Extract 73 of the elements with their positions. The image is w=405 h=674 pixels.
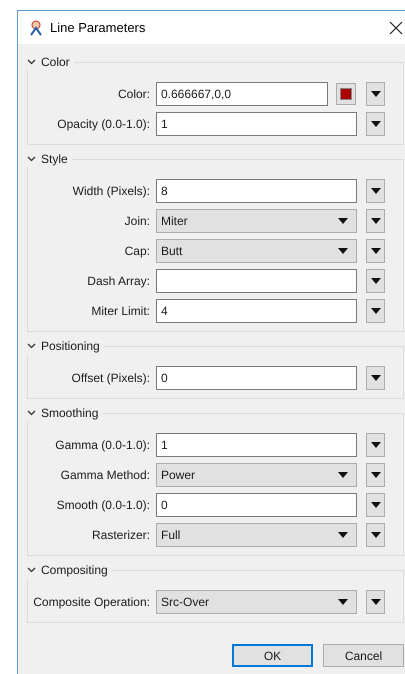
dropdown-arrow-icon xyxy=(370,121,380,127)
field-label: Rasterizer: xyxy=(92,527,150,544)
dropdown-arrow-icon xyxy=(338,532,348,538)
field-label: Color: xyxy=(118,86,150,103)
field-label: Gamma Method: xyxy=(60,467,150,484)
section-header[interactable]: Positioning xyxy=(27,338,104,354)
menu-button[interactable] xyxy=(366,433,385,457)
input-field[interactable]: 4 xyxy=(156,299,357,323)
input-field[interactable]: 8 xyxy=(156,179,357,203)
chevron-icon xyxy=(27,410,36,416)
input-field[interactable]: 0.666667,0,0 xyxy=(156,82,328,106)
dialog-button[interactable]: Cancel xyxy=(323,644,404,667)
menu-button[interactable] xyxy=(366,269,385,293)
dropdown-arrow-icon xyxy=(370,375,380,381)
menu-button[interactable] xyxy=(366,209,385,233)
section-header[interactable]: Smoothing xyxy=(27,405,102,421)
field-label: Miter Limit: xyxy=(91,303,150,320)
dropdown-arrow-icon xyxy=(370,278,380,284)
chevron-icon xyxy=(27,343,36,349)
section-header[interactable]: Color xyxy=(27,54,74,70)
dropdown-arrow-icon xyxy=(370,502,380,508)
dropdown-arrow-icon xyxy=(370,532,380,538)
dropdown-arrow-icon xyxy=(370,248,380,254)
dropdown[interactable]: Power xyxy=(156,463,357,487)
input-field[interactable]: 0 xyxy=(156,493,357,517)
dialog-button[interactable]: OK xyxy=(232,644,313,667)
dropdown-arrow-icon xyxy=(338,248,348,254)
dropdown-arrow-icon xyxy=(370,218,380,224)
chevron-icon xyxy=(27,567,36,573)
dropdown-arrow-icon xyxy=(338,599,348,605)
menu-button[interactable] xyxy=(366,463,385,487)
dropdown-arrow-icon xyxy=(370,308,380,314)
menu-button[interactable] xyxy=(366,523,385,547)
dropdown[interactable]: Butt xyxy=(156,239,357,263)
menu-button[interactable] xyxy=(366,112,385,136)
dropdown-arrow-icon xyxy=(338,472,348,478)
field-label: Join: xyxy=(124,213,150,230)
menu-button[interactable] xyxy=(366,239,385,263)
input-field[interactable]: 1 xyxy=(156,112,357,136)
dropdown-arrow-icon xyxy=(370,472,380,478)
section-header[interactable]: Style xyxy=(27,151,72,167)
input-field[interactable]: 0 xyxy=(156,366,357,390)
menu-button[interactable] xyxy=(366,299,385,323)
menu-button[interactable] xyxy=(366,179,385,203)
input-field[interactable] xyxy=(156,269,357,293)
dropdown-arrow-icon xyxy=(370,188,380,194)
menu-button[interactable] xyxy=(366,590,385,614)
field-label: Gamma (0.0-1.0): xyxy=(55,437,150,454)
field-label: Cap: xyxy=(124,243,150,260)
section-header[interactable]: Compositing xyxy=(27,562,112,578)
field-label: Width (Pixels): xyxy=(72,183,150,200)
input-field[interactable]: 1 xyxy=(156,433,357,457)
field-label: Composite Operation: xyxy=(33,594,150,611)
menu-button[interactable] xyxy=(366,82,385,106)
dropdown-arrow-icon xyxy=(338,218,348,224)
app-icon xyxy=(28,20,44,36)
field-label: Smooth (0.0-1.0): xyxy=(56,497,150,514)
field-label: Offset (Pixels): xyxy=(72,370,150,387)
chevron-icon xyxy=(27,59,36,65)
dropdown-arrow-icon xyxy=(370,91,380,97)
field-label: Dash Array: xyxy=(87,273,150,290)
color-swatch-button[interactable] xyxy=(336,83,356,105)
menu-button[interactable] xyxy=(366,493,385,517)
menu-button[interactable] xyxy=(366,366,385,390)
chevron-icon xyxy=(27,156,36,162)
window-title: Line Parameters xyxy=(50,18,146,37)
field-label: Opacity (0.0-1.0): xyxy=(57,116,150,133)
dropdown[interactable]: Miter xyxy=(156,209,357,233)
dropdown[interactable]: Full xyxy=(156,523,357,547)
dropdown-arrow-icon xyxy=(370,442,380,448)
close-icon[interactable] xyxy=(389,20,403,34)
dropdown-arrow-icon xyxy=(370,599,380,605)
dropdown[interactable]: Src-Over xyxy=(156,590,357,614)
